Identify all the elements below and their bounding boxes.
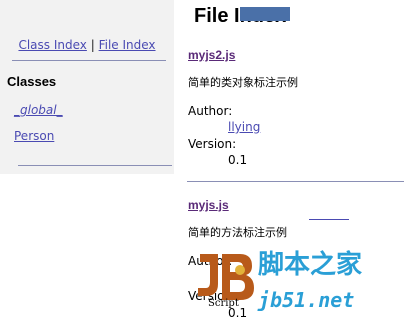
sidebar-bottom-rule bbox=[18, 165, 172, 166]
site-watermark: Script 脚本之家 jb51.net bbox=[196, 246, 404, 322]
file-index-page: Class Index | File Index Classes _global… bbox=[0, 0, 404, 322]
file-description: 简单的类对象标注示例 bbox=[188, 76, 298, 89]
title-overlay-mark bbox=[240, 7, 290, 21]
file-index-link[interactable]: File Index bbox=[99, 38, 156, 52]
file-separator-rule bbox=[187, 181, 404, 182]
watermark-script-text: Script bbox=[208, 298, 239, 309]
sidebar: Class Index | File Index Classes _global… bbox=[0, 0, 174, 174]
link-underline-fragment bbox=[309, 219, 349, 220]
version-value: 0.1 bbox=[228, 153, 248, 167]
file-description: 简单的方法标注示例 bbox=[188, 226, 287, 239]
file-link-myjs[interactable]: myjs.js bbox=[188, 198, 229, 212]
nav-separator: | bbox=[90, 38, 95, 52]
class-index-link[interactable]: Class Index bbox=[18, 38, 86, 52]
watermark-url-text: jb51.net bbox=[258, 288, 355, 312]
author-link[interactable]: llying bbox=[228, 120, 260, 134]
class-link-global[interactable]: _global_ bbox=[14, 103, 63, 117]
watermark-brand-text: 脚本之家 bbox=[258, 250, 363, 280]
class-link-person[interactable]: Person bbox=[14, 129, 54, 143]
sidebar-nav-rule bbox=[12, 60, 166, 61]
author-label: Author: bbox=[188, 104, 233, 118]
sidebar-nav: Class Index | File Index bbox=[0, 38, 174, 52]
file-link-myjs2[interactable]: myjs2.js bbox=[188, 48, 235, 62]
classes-heading: Classes bbox=[7, 74, 57, 89]
version-label: Version: bbox=[188, 137, 237, 151]
